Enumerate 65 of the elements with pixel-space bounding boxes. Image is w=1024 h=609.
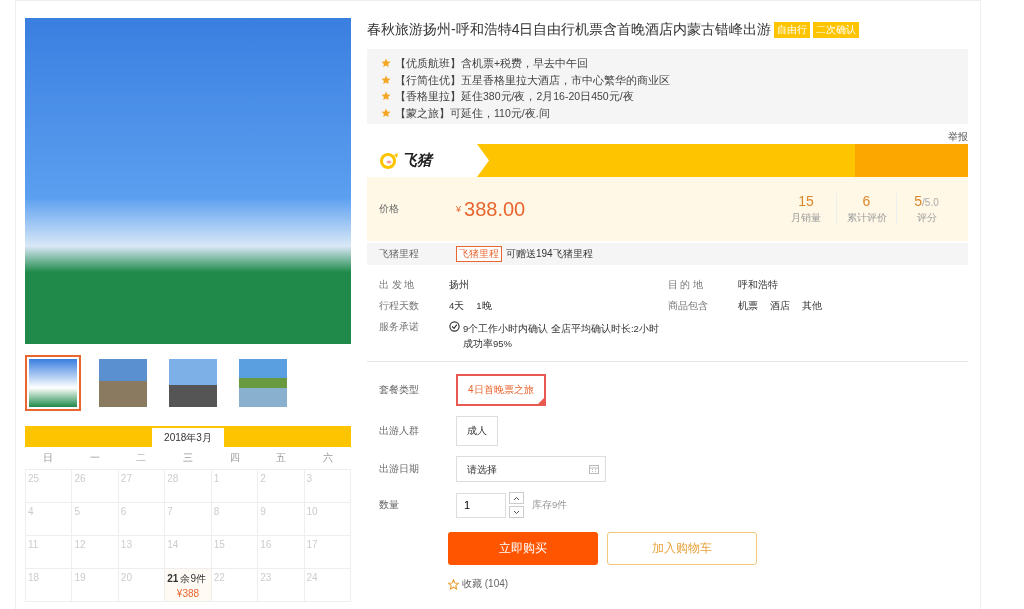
detail-label: 行程天数	[379, 300, 420, 313]
date-field[interactable]: 请选择	[456, 456, 606, 482]
star-icon	[381, 107, 391, 118]
detail-label: 服务承诺	[379, 321, 420, 334]
brand-name: 飞猪	[402, 151, 432, 170]
decrement-button[interactable]	[509, 506, 524, 518]
stat-value: 6	[861, 193, 872, 209]
stat-label: 评分	[915, 212, 938, 225]
chevron-up-icon	[513, 495, 520, 501]
option-label: 出游日期	[379, 462, 420, 476]
package-option[interactable]: 4日首晚票之旅	[456, 374, 546, 406]
calendar-icon	[589, 464, 599, 474]
weekday-label: 六	[321, 451, 334, 465]
stat-label: 累计评价	[845, 212, 888, 225]
detail-value: 其他	[801, 300, 822, 313]
detail-value: 扬州	[449, 279, 469, 292]
weekday-label: 五	[275, 451, 288, 465]
highlight-text: 【优质航班】含机票+税费，早去中午回	[395, 56, 589, 71]
check-circle-icon	[449, 321, 460, 332]
option-label: 数量	[379, 498, 400, 512]
stock-text: 库存9件	[532, 498, 568, 512]
detail-label: 目 的 地	[667, 279, 704, 292]
price: 388.00	[464, 197, 526, 221]
stat-value: 5/5.0	[913, 193, 940, 209]
stat-label: 月销量	[790, 212, 822, 225]
mileage-badge: 飞猪里程	[456, 246, 502, 262]
option-label: 出游人群	[379, 424, 420, 438]
increment-button[interactable]	[509, 492, 524, 504]
detail-value: 4天	[449, 300, 465, 313]
weekday-label: 四	[228, 451, 241, 465]
star-icon	[381, 74, 391, 85]
favorite-link[interactable]: 收藏 (104)	[448, 577, 968, 591]
highlight-text: 【行简住优】五星香格里拉大酒店，市中心繁华的商业区	[395, 72, 670, 88]
detail-value: 机票	[737, 300, 758, 313]
corner-check-icon	[536, 397, 545, 405]
star-icon	[381, 91, 391, 102]
star-icon	[381, 58, 391, 69]
weekday-label: 三	[182, 451, 194, 465]
detail-value: 1晚	[476, 300, 492, 313]
price-label: 价格	[379, 202, 400, 216]
quantity-field[interactable]: 1	[456, 492, 506, 518]
tag: 自由行	[774, 22, 811, 38]
calendar-day[interactable]: 21 余9件 ¥388	[165, 569, 212, 602]
tag: 二次确认	[813, 22, 860, 38]
service-promise-text: 9个工作小时内确认 全店平均确认时长:2小时 成功率95%	[463, 322, 659, 351]
detail-value: 呼和浩特	[737, 279, 778, 292]
highlight-text: 【香格里拉】延住380元/夜，2月16-20日450元/夜	[395, 89, 634, 104]
chevron-down-icon	[513, 509, 520, 515]
star-outline-icon	[448, 578, 459, 590]
report-link[interactable]: 举报	[948, 130, 968, 144]
pig-logo-icon	[379, 151, 399, 170]
detail-value: 酒店	[769, 300, 790, 313]
detail-label: 出 发 地	[379, 279, 416, 292]
crowd-option[interactable]: 成人	[456, 416, 498, 446]
thumbnail[interactable]	[25, 355, 81, 411]
product-title: 春秋旅游扬州-呼和浩特4日自由行机票含首晚酒店内蒙古错峰出游	[367, 21, 772, 39]
weekday-label: 日	[42, 451, 55, 465]
highlight-text: 【蒙之旅】可延住，110元/夜.间	[395, 105, 550, 121]
currency-symbol: ¥	[456, 204, 461, 214]
mileage-text: 可赠送194飞猪里程	[506, 247, 593, 261]
detail-label: 商品包含	[667, 300, 709, 313]
calendar-month: 2018年3月	[152, 428, 224, 449]
option-label: 套餐类型	[379, 383, 420, 397]
mileage-label: 飞猪里程	[379, 247, 420, 261]
stat-value: 15	[797, 193, 815, 209]
